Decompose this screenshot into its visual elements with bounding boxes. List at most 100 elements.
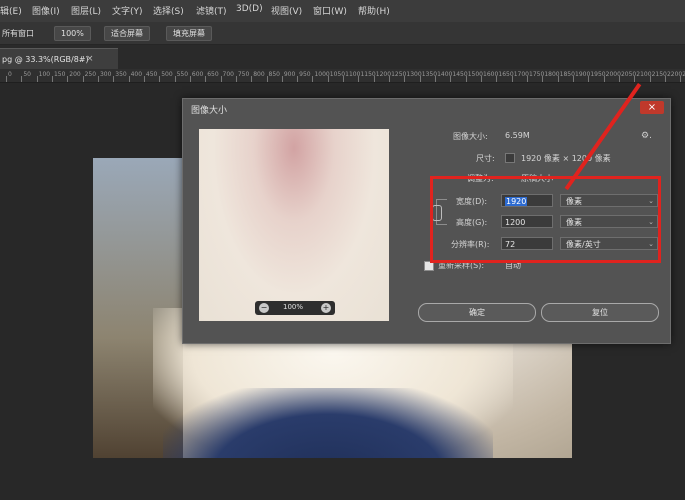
ruler-tick-line (97, 76, 99, 82)
ruler-tick-line (6, 76, 7, 82)
zoom-in-icon[interactable]: + (321, 303, 331, 313)
ruler-tick-label: 700 (222, 71, 234, 78)
fit-screen-button[interactable]: 适合屏幕 (104, 26, 150, 41)
preview-zoom-value: 100% (283, 303, 304, 311)
ruler-tick-label: 400 (130, 71, 143, 78)
all-windows-label[interactable]: 所有窗口 (2, 28, 34, 39)
ruler-tick-line (649, 76, 651, 82)
ruler-tick-line (82, 76, 84, 82)
ruler-tick-line (266, 76, 268, 82)
horizontal-ruler: 0 50 100 150 200 250 300 350 400 450 500 550 600 650 7… (0, 69, 685, 83)
preview-image[interactable]: − 100% + (199, 129, 389, 321)
ruler-tick-line (128, 76, 130, 82)
ruler-tick-line (143, 76, 145, 82)
document-tab[interactable]: pg @ 33.3%(RGB/8#) × (0, 48, 118, 70)
ruler-tick-label: 300 (99, 71, 112, 78)
ruler-tick-line (220, 76, 222, 82)
menu-filter[interactable]: 滤镜(T) (196, 4, 227, 17)
menu-image[interactable]: 图像(I) (32, 4, 60, 17)
menu-view[interactable]: 视图(V) (271, 4, 302, 17)
ruler-tick-line (235, 76, 237, 82)
document-tab-row: pg @ 33.3%(RGB/8#) × (0, 45, 685, 70)
ruler-tick-line (496, 76, 498, 82)
ruler-tick-label: 800 (253, 71, 265, 78)
ruler-tick-label: 150 (53, 71, 66, 78)
ruler-tick-line (36, 76, 38, 82)
ok-button[interactable]: 确定 (418, 303, 536, 322)
menu-3d[interactable]: 3D(D) (236, 4, 263, 14)
photo-sweater (163, 388, 493, 458)
close-icon[interactable]: × (640, 101, 664, 114)
ruler-tick-line (297, 76, 299, 82)
ruler-tick-line (527, 76, 529, 82)
ruler-tick-label: 450 (145, 71, 158, 78)
ruler-tick-label: 950 (299, 71, 311, 78)
ruler-tick-label: 250 (84, 71, 97, 78)
ruler-tick-line (67, 76, 69, 82)
ruler-tick-line (174, 76, 176, 82)
ruler-tick-line (680, 76, 682, 82)
ruler-tick-line (603, 76, 605, 82)
image-size-value: 6.59M (505, 131, 530, 140)
ruler-tick-line (511, 76, 513, 82)
ruler-tick-line (618, 76, 620, 82)
ruler-tick-line (481, 76, 483, 82)
ruler-tick-line (205, 76, 207, 82)
ruler-tick-line (404, 76, 406, 82)
ruler-tick-line (251, 76, 253, 82)
ruler-tick-line (373, 76, 375, 82)
menu-layer[interactable]: 图层(L) (71, 4, 101, 17)
ruler-tick-label: 550 (176, 71, 189, 78)
ruler-tick-label: 500 (161, 71, 173, 78)
ruler-tick-label: 850 (268, 71, 280, 78)
ruler-tick-line (113, 76, 115, 82)
ruler-tick-label: 350 (115, 71, 127, 78)
ruler-tick-line (588, 76, 590, 82)
ruler-tick-label: 200 (69, 71, 81, 78)
ruler-tick-line (312, 76, 314, 82)
ruler-tick-label: 50 (23, 71, 31, 78)
ruler-tick-line (281, 76, 283, 82)
ruler-tick-label: 650 (207, 71, 219, 78)
dimensions-dropdown[interactable] (505, 153, 515, 163)
menu-edit[interactable]: 辑(E) (0, 4, 22, 17)
reset-button[interactable]: 复位 (541, 303, 659, 322)
preview-zoom-control: − 100% + (255, 301, 335, 315)
close-tab-icon[interactable]: × (86, 54, 94, 64)
ruler-tick-line (51, 76, 53, 82)
document-tab-title: pg @ 33.3%(RGB/8#) (2, 55, 89, 64)
zoom-100-button[interactable]: 100% (54, 26, 91, 41)
zoom-out-icon[interactable]: − (259, 303, 269, 313)
fill-screen-button[interactable]: 填充屏幕 (166, 26, 212, 41)
menu-help[interactable]: 帮助(H) (358, 4, 390, 17)
ruler-tick-line (189, 76, 191, 82)
dialog-title: 图像大小 (191, 106, 228, 116)
ruler-tick-line (358, 76, 360, 82)
menu-bar: 辑(E) 图像(I) 图层(L) 文字(Y) 选择(S) 滤镜(T) 3D(D)… (0, 0, 685, 22)
ruler-tick-line (21, 76, 23, 82)
ruler-tick-line (664, 76, 666, 82)
gear-icon[interactable]: ⚙. (641, 131, 652, 141)
ruler-tick-line (435, 76, 437, 82)
annotation-highlight-box (430, 176, 661, 263)
image-size-label: 图像大小: (453, 132, 488, 141)
ruler-tick-label: 750 (237, 71, 250, 78)
ruler-tick-line (327, 76, 329, 82)
ruler-tick-line (419, 76, 421, 82)
dimensions-label: 尺寸: (476, 154, 495, 163)
ruler-tick-line (389, 76, 391, 82)
ruler-tick-label: 0 (8, 71, 12, 78)
dimensions-value: 1920 像素 × 1200 像素 (521, 154, 611, 163)
ruler-tick-label: 600 (191, 71, 204, 78)
menu-type[interactable]: 文字(Y) (112, 4, 143, 17)
ruler-tick-line (450, 76, 452, 82)
ruler-tick-label: 100 (38, 71, 51, 78)
ruler-tick-label: 900 (283, 71, 296, 78)
ruler-tick-line (634, 76, 636, 82)
ruler-tick-line (343, 76, 345, 82)
ruler-tick-line (542, 76, 544, 82)
ruler-tick-line (573, 76, 574, 82)
menu-window[interactable]: 窗口(W) (313, 4, 347, 17)
options-bar: 所有窗口 100% 适合屏幕 填充屏幕 (0, 22, 685, 45)
menu-select[interactable]: 选择(S) (153, 4, 184, 17)
